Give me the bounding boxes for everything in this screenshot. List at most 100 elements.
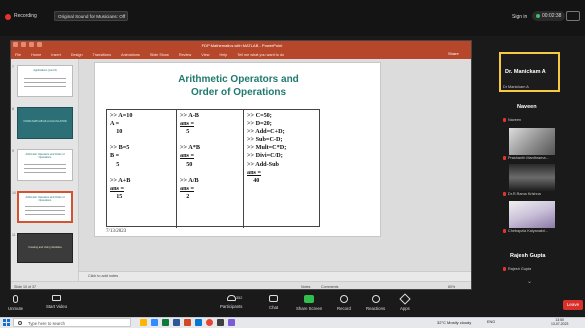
leave-button[interactable]: Leave bbox=[563, 300, 583, 310]
thumb-number: 8 bbox=[12, 107, 14, 111]
chrome-icon[interactable] bbox=[206, 319, 213, 326]
host-label: Dr Manickam A bbox=[503, 85, 529, 89]
slide-thumbnail[interactable]: Arithmetic Operators and Order of Operat… bbox=[17, 149, 73, 181]
notes-toggle[interactable]: Notes bbox=[301, 285, 310, 289]
slide-thumbnail[interactable]: USING MATLAB AS A CALCULATOR bbox=[17, 107, 73, 139]
slide-title-line1: Arithmetic Operators and bbox=[178, 74, 299, 85]
excel-icon[interactable] bbox=[162, 319, 169, 326]
participant-name: Naveen bbox=[508, 118, 522, 122]
share-screen-button[interactable]: Share Screen bbox=[296, 295, 322, 311]
participant-name: Rajesh Gupta bbox=[508, 267, 532, 271]
tell-me-search[interactable]: Tell me what you want to do bbox=[237, 53, 284, 57]
participant-video[interactable] bbox=[509, 201, 555, 228]
present-icon[interactable] bbox=[37, 42, 42, 47]
tab-home[interactable]: Home bbox=[31, 53, 41, 57]
tab-slide-show[interactable]: Slide Show bbox=[150, 53, 169, 57]
participants-icon bbox=[226, 295, 236, 301]
redo-icon[interactable] bbox=[29, 42, 34, 47]
thumb-number: 9 bbox=[12, 149, 14, 153]
table-column-2: >> A-B ans = 5 >> A*B ans = 50 >> A/B ans =… bbox=[177, 110, 244, 228]
code-line: >> C=50; bbox=[247, 112, 272, 119]
powerpoint-icon[interactable] bbox=[184, 319, 191, 326]
code-line: >> Mult=C*D; bbox=[247, 144, 287, 152]
code-line: >> A*B bbox=[180, 144, 200, 152]
code-line: >> A+B bbox=[110, 176, 131, 184]
edge-icon[interactable] bbox=[195, 319, 202, 326]
participant-heading: Naveen bbox=[517, 104, 537, 110]
participants-button[interactable]: Participants bbox=[220, 295, 242, 309]
language-indicator[interactable]: ENG bbox=[487, 320, 495, 324]
original-sound-button[interactable]: Original Sound for Musicians: Off bbox=[54, 11, 128, 21]
unmute-button[interactable]: Unmute bbox=[8, 295, 23, 311]
thumbnail-line bbox=[24, 168, 66, 169]
tab-animations[interactable]: Animations bbox=[121, 53, 140, 57]
taskbar-clock[interactable]: 13:50 13-07-2023 bbox=[551, 318, 568, 326]
table-column-3: >> C=50; >> D=20; >> Add=C+D; >> Sub=C-D; >>… bbox=[244, 110, 321, 228]
chat-button[interactable]: Chat bbox=[269, 295, 278, 310]
tab-review[interactable]: Review bbox=[179, 53, 191, 57]
participant-video[interactable] bbox=[509, 128, 555, 155]
slide-thumbnail[interactable]: Creating and Using Variables bbox=[17, 233, 73, 263]
record-label: Record bbox=[337, 306, 351, 311]
thumbnail-title: Arithmetic Operators and Order of Operat… bbox=[25, 196, 65, 202]
thumbnail-line bbox=[25, 214, 65, 215]
chevron-down-icon[interactable]: ⌄ bbox=[527, 278, 532, 285]
record-icon bbox=[339, 295, 348, 303]
clock-date: 13-07-2023 bbox=[551, 322, 569, 326]
current-slide[interactable]: Arithmetic Operators and Order of Operat… bbox=[94, 62, 381, 237]
thumb-number: 10 bbox=[12, 191, 16, 195]
tab-design[interactable]: Design bbox=[71, 53, 83, 57]
slide-thumbnails-pane: 7 Applications (cont'd) 8 USING MATLAB A… bbox=[11, 59, 79, 281]
microphone-icon bbox=[13, 295, 19, 303]
file-explorer-icon[interactable] bbox=[140, 319, 147, 326]
start-video-label: Start Video bbox=[46, 304, 68, 309]
code-line: B = bbox=[110, 152, 120, 160]
slide-thumbnail-selected[interactable]: Arithmetic Operators and Order of Operat… bbox=[17, 191, 73, 223]
slide-thumbnail[interactable]: Applications (cont'd) bbox=[17, 65, 73, 97]
muted-mic-icon bbox=[503, 192, 506, 196]
word-icon[interactable] bbox=[173, 319, 180, 326]
share-screen-icon bbox=[304, 295, 315, 303]
weather-widget[interactable]: 32°C Mostly cloudy bbox=[437, 320, 471, 325]
camera-icon bbox=[52, 295, 62, 301]
start-video-button[interactable]: Start Video bbox=[46, 295, 67, 309]
notes-pane[interactable]: Click to add notes bbox=[79, 271, 471, 281]
record-button[interactable]: Record bbox=[337, 295, 351, 311]
participant-name: Chebapzia Kalyanakri... bbox=[508, 229, 549, 233]
reactions-button[interactable]: Reactions bbox=[366, 295, 385, 311]
tab-insert[interactable]: Insert bbox=[51, 53, 61, 57]
view-icon[interactable] bbox=[566, 11, 580, 21]
code-line: 5 bbox=[180, 128, 190, 136]
apps-button[interactable]: Apps bbox=[399, 293, 411, 311]
sign-in-link[interactable]: Sign in bbox=[512, 14, 527, 20]
tab-file[interactable]: File bbox=[15, 53, 21, 57]
zoom-app-icon[interactable] bbox=[151, 319, 158, 326]
code-line: 40 bbox=[247, 176, 260, 184]
active-speaker-tile[interactable]: Dr. Manickam A Dr Manickam A bbox=[499, 52, 560, 92]
apps-label: Apps bbox=[400, 306, 410, 311]
zoom-level[interactable]: 80% bbox=[448, 285, 455, 289]
tab-transitions[interactable]: Transitions bbox=[93, 53, 111, 57]
thumbnail-line bbox=[24, 78, 66, 79]
tab-help[interactable]: Help bbox=[219, 53, 227, 57]
unmute-label: Unmute bbox=[8, 306, 24, 311]
app-icon[interactable] bbox=[228, 319, 235, 326]
comments-toggle[interactable]: Comments bbox=[321, 285, 338, 289]
smiley-icon bbox=[371, 295, 380, 303]
tab-view[interactable]: View bbox=[201, 53, 209, 57]
code-line: 2 bbox=[180, 192, 190, 200]
ppt-share-button[interactable]: Share bbox=[448, 51, 459, 56]
participant-video[interactable] bbox=[509, 164, 555, 191]
taskbar-search[interactable]: Type here to search bbox=[13, 318, 131, 327]
undo-icon[interactable] bbox=[21, 42, 26, 47]
thumbnail-line bbox=[24, 172, 66, 173]
search-icon bbox=[18, 321, 22, 325]
slide-title: Arithmetic Operators and Order of Operat… bbox=[95, 73, 382, 99]
save-icon[interactable] bbox=[13, 42, 18, 47]
start-tile bbox=[3, 323, 6, 326]
windows-start-icon[interactable] bbox=[3, 319, 10, 326]
zoom-toolbar bbox=[0, 293, 585, 316]
app-icon[interactable] bbox=[217, 319, 224, 326]
